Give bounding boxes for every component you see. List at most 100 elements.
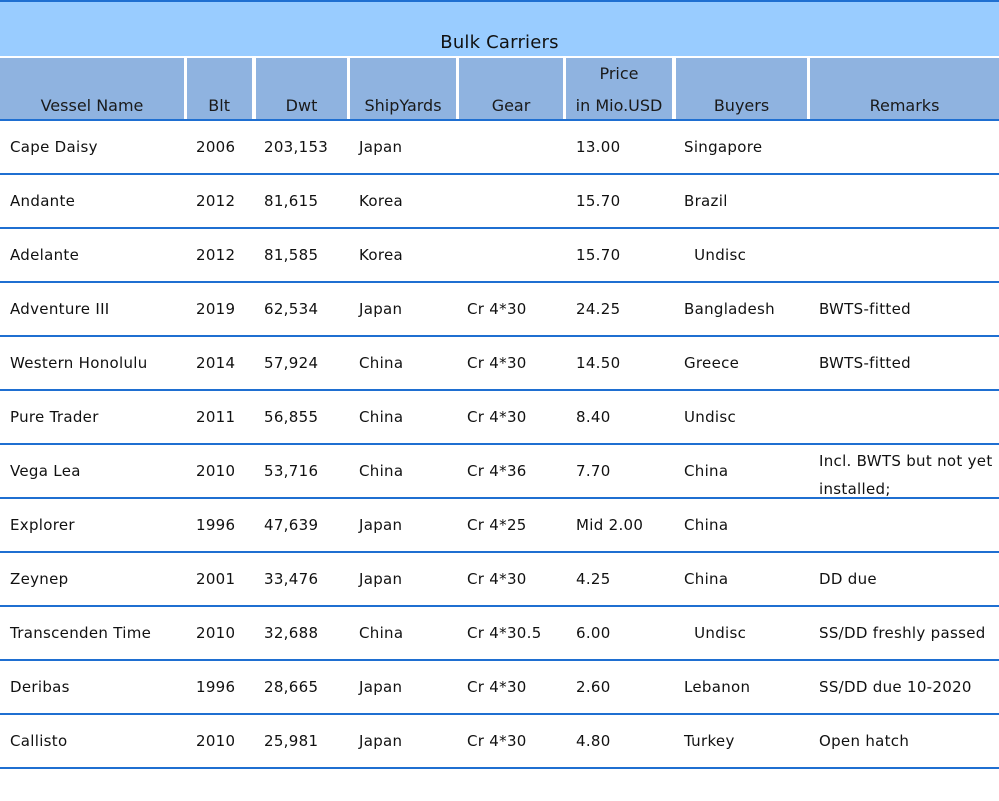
table-row: Pure Trader 2011 56,855 China Cr 4*30 8.40 Und… (0, 391, 999, 445)
shipyard-cell: Japan (359, 678, 403, 696)
remarks-cell (819, 499, 994, 551)
blt-cell: 1996 (196, 678, 236, 696)
dwt-cell: 47,639 (264, 516, 319, 534)
buyer-cell: Singapore (684, 138, 763, 156)
remarks-cell: Incl. BWTS but not yet installed; (819, 452, 993, 498)
price-cell: 6.00 (576, 624, 611, 642)
header-blt: Blt (187, 58, 252, 120)
gear-cell: Cr 4*30 (467, 300, 527, 318)
header-shipyards: ShipYards (350, 58, 456, 120)
shipyard-cell: Japan (359, 138, 403, 156)
remarks-cell (819, 229, 994, 281)
buyer-cell: China (684, 570, 729, 588)
vessel-name-cell: Zeynep (10, 570, 69, 588)
header-blt-label: Blt (208, 96, 230, 115)
vessel-name-cell: Pure Trader (10, 408, 99, 426)
dwt-cell: 28,665 (264, 678, 319, 696)
dwt-cell: 53,716 (264, 462, 319, 480)
table-row: Cape Daisy 2006 203,153 Japan 13.00 Singapore (0, 121, 999, 175)
blt-cell: 2019 (196, 300, 236, 318)
price-cell: Mid 2.00 (576, 516, 644, 534)
gear-cell: Cr 4*30 (467, 408, 527, 426)
table-row: Explorer 1996 47,639 Japan Cr 4*25 Mid 2.00 Ch… (0, 499, 999, 553)
price-cell: 13.00 (576, 138, 621, 156)
table-row: Deribas 1996 28,665 Japan Cr 4*30 2.60 Lebanon… (0, 661, 999, 715)
buyer-cell: Greece (684, 354, 740, 372)
dwt-cell: 62,534 (264, 300, 319, 318)
remarks-cell: DD due (819, 570, 877, 588)
table-row: Adelante 2012 81,585 Korea 15.70 Undisc (0, 229, 999, 283)
gear-cell: Cr 4*30.5 (467, 624, 542, 642)
table-row: Western Honolulu 2014 57,924 China Cr 4*30 14… (0, 337, 999, 391)
header-vessel-name-label: Vessel Name (40, 96, 144, 115)
gear-cell: Cr 4*30 (467, 354, 527, 372)
table-row: Vega Lea 2010 53,716 China Cr 4*36 7.70 China I… (0, 445, 999, 499)
buyer-cell: Lebanon (684, 678, 751, 696)
vessel-name-cell: Callisto (10, 732, 68, 750)
table-row: Adventure III 2019 62,534 Japan Cr 4*30 24.25… (0, 283, 999, 337)
price-cell: 14.50 (576, 354, 621, 372)
vessel-name-cell: Transcenden Time (10, 624, 152, 642)
remarks-cell: Open hatch (819, 732, 910, 750)
table-title-bar: Bulk Carriers (0, 0, 999, 56)
remarks-cell: SS/DD freshly passed (819, 624, 986, 642)
price-cell: 15.70 (576, 192, 621, 210)
header-remarks: Remarks (810, 58, 999, 120)
header-gear-label: Gear (491, 96, 531, 115)
header-price: Price in Mio.USD (566, 58, 672, 120)
remarks-cell: BWTS-fitted (819, 354, 911, 372)
blt-cell: 2010 (196, 732, 236, 750)
vessel-name-cell: Cape Daisy (10, 138, 98, 156)
header-buyers-label: Buyers (713, 96, 770, 115)
blt-cell: 2012 (196, 192, 236, 210)
remarks-cell (819, 391, 994, 443)
shipyard-cell: Japan (359, 516, 403, 534)
header-buyers: Buyers (676, 58, 807, 120)
buyer-cell: Brazil (684, 192, 728, 210)
header-dwt: Dwt (256, 58, 347, 120)
header-gear: Gear (459, 58, 563, 120)
buyer-cell: China (684, 516, 729, 534)
dwt-cell: 57,924 (264, 354, 319, 372)
buyer-cell: Undisc (684, 624, 747, 642)
remarks-cell (819, 175, 994, 227)
shipyard-cell: China (359, 462, 404, 480)
gear-cell: Cr 4*36 (467, 462, 527, 480)
header-shipyards-label: ShipYards (364, 96, 442, 115)
shipyard-cell: China (359, 624, 404, 642)
dwt-cell: 33,476 (264, 570, 319, 588)
price-cell: 4.80 (576, 732, 611, 750)
table-row: Transcenden Time 2010 32,688 China Cr 4*30.5… (0, 607, 999, 661)
vessel-name-cell: Andante (10, 192, 76, 210)
gear-cell: Cr 4*30 (467, 678, 527, 696)
gear-cell: Cr 4*25 (467, 516, 527, 534)
shipyard-cell: China (359, 354, 404, 372)
header-price-label-bottom: in Mio.USD (575, 96, 663, 115)
buyer-cell: China (684, 462, 729, 480)
blt-cell: 2011 (196, 408, 236, 426)
shipyard-cell: Japan (359, 570, 403, 588)
dwt-cell: 56,855 (264, 408, 319, 426)
table-row: Zeynep 2001 33,476 Japan Cr 4*30 4.25 China DD … (0, 553, 999, 607)
vessel-name-cell: Western Honolulu (10, 354, 148, 372)
shipyard-cell: Korea (359, 246, 404, 264)
dwt-cell: 25,981 (264, 732, 319, 750)
blt-cell: 2012 (196, 246, 236, 264)
shipyard-cell: Japan (359, 300, 403, 318)
buyer-cell: Turkey (684, 732, 735, 750)
buyer-cell: Undisc (684, 408, 737, 426)
blt-cell: 2014 (196, 354, 236, 372)
shipyard-cell: Korea (359, 192, 404, 210)
gear-cell: Cr 4*30 (467, 570, 527, 588)
dwt-cell: 81,615 (264, 192, 319, 210)
vessel-name-cell: Vega Lea (10, 462, 81, 480)
blt-cell: 2010 (196, 624, 236, 642)
vessel-name-cell: Adventure III (10, 300, 110, 318)
header-vessel-name: Vessel Name (0, 58, 184, 120)
buyer-cell: Bangladesh (684, 300, 775, 318)
shipyard-cell: China (359, 408, 404, 426)
remarks-cell: BWTS-fitted (819, 300, 911, 318)
blt-cell: 2006 (196, 138, 236, 156)
vessel-name-cell: Explorer (10, 516, 75, 534)
blt-cell: 2001 (196, 570, 236, 588)
